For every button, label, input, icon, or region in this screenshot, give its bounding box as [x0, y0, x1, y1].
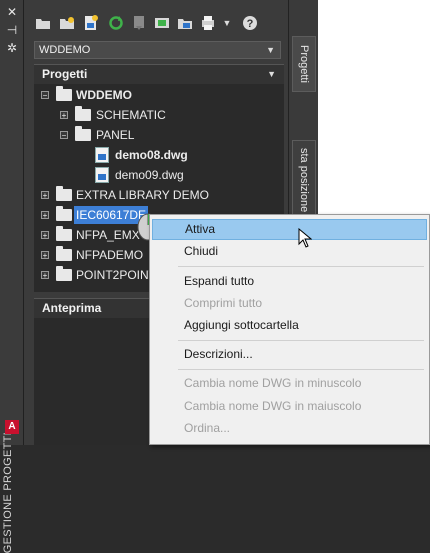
tree-node-label: demo08.dwg	[115, 148, 188, 162]
menu-item-rename-uppercase: Cambia nome DWG in maiuscolo	[184, 399, 362, 413]
new-drawing-icon[interactable]	[83, 15, 99, 31]
project-folder-icon	[56, 206, 72, 221]
tree-node-label: demo09.dwg	[115, 168, 184, 182]
chevron-down-icon[interactable]: ▼	[267, 65, 276, 84]
project-folder-icon	[56, 186, 72, 201]
expand-icon[interactable]: +	[41, 251, 49, 260]
properties-gear-icon[interactable]: ✲	[0, 42, 24, 54]
tree-node-label: NFPADEMO	[76, 248, 144, 262]
tree-node-label: PANEL	[96, 128, 135, 142]
expand-icon[interactable]: +	[41, 271, 49, 280]
new-project-icon[interactable]	[59, 15, 75, 31]
menu-item-comprimi-tutto: Comprimi tutto	[184, 296, 263, 310]
menu-separator	[178, 340, 424, 341]
menu-separator	[178, 266, 424, 267]
tree-node-label: NFPA_EMX	[76, 228, 140, 242]
tree-node-label: WDDEMO	[76, 88, 132, 102]
project-folder-icon	[56, 86, 72, 101]
tab-projects[interactable]: Progetti	[292, 36, 316, 92]
tree-node-label: POINT2POINT	[76, 268, 157, 282]
tab-projects-label: Progetti	[298, 45, 310, 83]
expand-icon[interactable]: +	[41, 191, 49, 200]
folder-icon	[75, 126, 91, 141]
project-select-value: WDDEMO	[39, 44, 91, 56]
chevron-down-icon[interactable]: ▼	[266, 42, 275, 58]
project-folder-icon	[56, 266, 72, 281]
menu-item-chiudi[interactable]: Chiudi	[152, 241, 427, 262]
autocad-logo-icon: A	[5, 420, 19, 434]
dwg-file-icon	[95, 167, 109, 183]
mouse-pointer-icon	[298, 227, 313, 251]
folder-icon	[75, 106, 91, 121]
collapse-icon[interactable]: −	[41, 91, 49, 100]
publish-icon[interactable]	[177, 15, 193, 31]
close-palette-icon[interactable]: ✕	[0, 6, 24, 18]
dropdown-arrow-icon[interactable]: ▼	[219, 15, 235, 31]
task-list-icon[interactable]	[131, 15, 147, 31]
preview-header-label: Anteprima	[42, 301, 102, 315]
expand-icon[interactable]: +	[60, 111, 68, 120]
tab-location-view-label: sta posizione	[298, 147, 310, 213]
menu-item-espandi-tutto[interactable]: Espandi tutto	[152, 271, 427, 292]
palette-title-strip: ✕ ⊣ ✲ GESTIONE PROGETTI A	[0, 0, 24, 553]
svg-text:?: ?	[247, 18, 254, 30]
tree-node-label: SCHEMATIC	[96, 108, 166, 122]
expand-icon[interactable]: +	[41, 231, 49, 240]
project-wide-utilities-icon[interactable]	[154, 15, 170, 31]
project-select[interactable]: WDDEMO ▼	[34, 41, 281, 59]
tab-location-view[interactable]: sta posizione	[292, 140, 316, 220]
tree-node-label: EXTRA LIBRARY DEMO	[76, 188, 209, 202]
menu-item-attiva[interactable]: Attiva	[152, 219, 427, 240]
menu-separator	[178, 369, 424, 370]
context-menu: Attiva Chiudi Espandi tutto Comprimi tut…	[149, 214, 430, 445]
project-folder-icon	[56, 246, 72, 261]
dwg-file-icon	[95, 147, 109, 163]
collapse-icon[interactable]: −	[60, 131, 68, 140]
menu-item-descrizioni[interactable]: Descrizioni...	[152, 344, 427, 365]
palette-title: GESTIONE PROGETTI	[2, 432, 14, 553]
projects-header-label: Progetti	[42, 67, 88, 81]
projects-header[interactable]: Progetti ▼	[34, 64, 284, 84]
help-icon[interactable]: ?	[242, 15, 258, 31]
menu-item-ordina: Ordina...	[184, 421, 231, 435]
toolbar: ▼ ?	[24, 0, 288, 38]
auto-hide-icon[interactable]: ⊣	[0, 24, 24, 36]
open-project-icon[interactable]	[35, 15, 51, 31]
refresh-icon[interactable]	[108, 15, 124, 31]
plot-icon[interactable]	[200, 15, 216, 31]
expand-icon[interactable]: +	[41, 211, 49, 220]
menu-item-rename-lowercase: Cambia nome DWG in minuscolo	[184, 376, 362, 390]
project-folder-icon	[56, 226, 72, 241]
menu-item-aggiungi-sottocartella[interactable]: Aggiungi sottocartella	[152, 315, 427, 336]
